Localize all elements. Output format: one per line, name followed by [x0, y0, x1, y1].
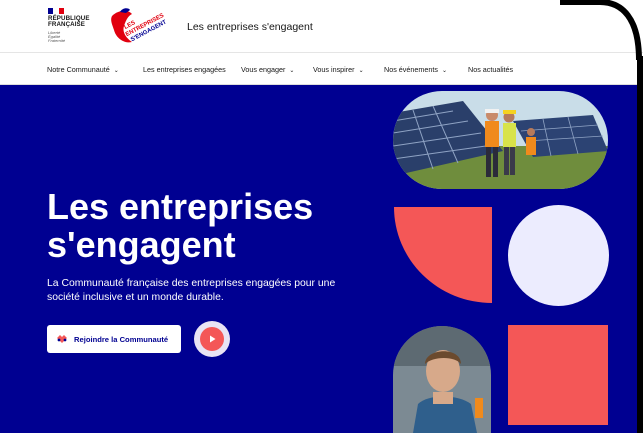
site-header: RÉPUBLIQUE FRANÇAISE Liberté Égalité Fra…: [0, 0, 643, 52]
site-title[interactable]: Les entreprises s'engagent: [187, 21, 313, 33]
nav-item-vous-inspirer[interactable]: Vous inspirer ⌄: [313, 65, 364, 74]
republic-name: RÉPUBLIQUE FRANÇAISE: [48, 15, 90, 29]
hero-title: Les entreprises s'engagent: [47, 186, 314, 265]
play-icon: [200, 327, 224, 351]
solar-panels-photo: [393, 91, 608, 189]
main-navigation: Notre Communauté ⌄ Les entreprises engagé…: [0, 52, 643, 85]
page: RÉPUBLIQUE FRANÇAISE Liberté Égalité Fra…: [0, 0, 643, 433]
window-corner-decoration: [560, 0, 642, 60]
hero-subtitle: La Communauté française des entreprises …: [47, 278, 336, 303]
chevron-down-icon: ⌄: [358, 68, 364, 74]
chevron-down-icon: ⌄: [113, 68, 119, 74]
chevron-down-icon: ⌄: [441, 68, 447, 74]
decorative-quarter-shape: [394, 207, 492, 303]
nav-item-vous-engager[interactable]: Vous engager ⌄: [241, 65, 294, 74]
les-entreprises-sengagent-logo[interactable]: LES ENTREPRISES S'ENGAGENT: [106, 6, 170, 46]
worker-portrait-photo: [393, 326, 491, 433]
nav-item-nos-actualites[interactable]: Nos actualités: [468, 65, 513, 74]
republic-motto: Liberté Égalité Fraternité: [48, 29, 66, 44]
flag-icon: [48, 8, 64, 14]
window-edge: [637, 56, 643, 433]
join-community-label: Rejoindre la Communauté: [74, 334, 169, 344]
decorative-circle: [508, 205, 609, 306]
decorative-square: [508, 325, 608, 425]
join-community-button[interactable]: Rejoindre la Communauté: [47, 325, 181, 353]
play-video-button[interactable]: [194, 321, 230, 357]
hero-section: Les entreprises s'engagent La Communauté…: [0, 85, 643, 433]
nav-item-notre-communaute[interactable]: Notre Communauté ⌄: [47, 65, 119, 74]
republique-francaise-logo[interactable]: RÉPUBLIQUE FRANÇAISE Liberté Égalité Fra…: [48, 8, 90, 43]
chevron-down-icon: ⌄: [289, 68, 295, 74]
handshake-icon: [57, 335, 67, 343]
nav-item-entreprises-engagees[interactable]: Les entreprises engagées: [143, 65, 226, 74]
nav-item-nos-evenements[interactable]: Nos événements ⌄: [384, 65, 447, 74]
